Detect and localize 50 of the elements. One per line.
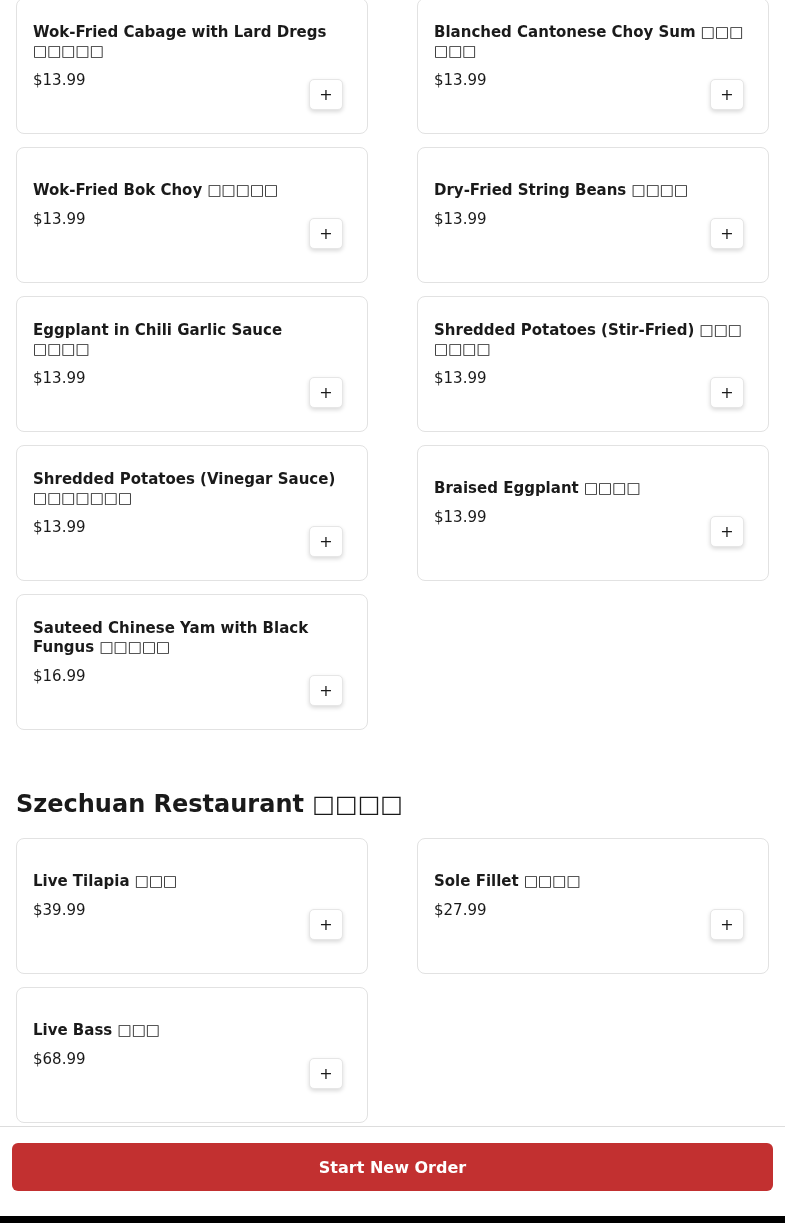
item-name: Shredded Potatoes (Stir-Fried) □□□ □□□□: [434, 320, 743, 359]
item-price: $13.99: [33, 367, 86, 388]
add-button[interactable]: +: [710, 516, 744, 547]
item-name: Wok-Fried Cabage with Lard Dregs □□□□□: [33, 22, 328, 61]
item-price: $13.99: [434, 209, 487, 229]
item-price: $68.99: [33, 1049, 86, 1069]
item-name: Wok-Fried Bok Choy □□□□□: [33, 181, 280, 200]
menu-item-card[interactable]: Live Tilapia □□□ $39.99 +: [16, 838, 368, 974]
add-button[interactable]: +: [309, 376, 343, 408]
menu-item-card[interactable]: Sole Fillet □□□□ $27.99 +: [417, 838, 769, 974]
add-button[interactable]: +: [309, 1058, 343, 1089]
item-price: $16.99: [33, 665, 86, 686]
item-name: Shredded Potatoes (Vinegar Sauce) □□□□□□□: [33, 469, 337, 508]
item-price: $39.99: [33, 900, 86, 920]
item-name: Dry-Fried String Beans □□□□: [434, 181, 690, 200]
add-button[interactable]: +: [710, 909, 744, 940]
item-name: Sole Fillet □□□□: [434, 872, 582, 891]
menu-item-card[interactable]: Wok-Fried Cabage with Lard Dregs □□□□□ $13.99 +: [16, 0, 368, 134]
menu-item-card[interactable]: Dry-Fried String Beans □□□□ $13.99 +: [417, 147, 769, 283]
add-button[interactable]: +: [309, 78, 343, 110]
item-price: $13.99: [434, 367, 487, 388]
menu-item-card[interactable]: Shredded Potatoes (Stir-Fried) □□□ □□□□ $13.99 +: [417, 296, 769, 432]
add-button[interactable]: +: [309, 909, 343, 940]
item-name: Live Bass □□□: [33, 1021, 162, 1040]
menu-item-card[interactable]: Braised Eggplant □□□□ $13.99 +: [417, 445, 769, 581]
menu-item-card[interactable]: Wok-Fried Bok Choy □□□□□ $13.99 +: [16, 147, 368, 283]
section-heading: Szechuan Restaurant □□□□: [16, 789, 404, 820]
item-name: Live Tilapia □□□: [33, 872, 179, 891]
item-name: Eggplant in Chili Garlic Sauce □□□□: [33, 320, 284, 359]
add-button[interactable]: +: [309, 218, 343, 249]
item-price: $13.99: [434, 69, 487, 90]
add-button[interactable]: +: [710, 78, 744, 110]
add-button[interactable]: +: [710, 376, 744, 408]
item-price: $13.99: [33, 516, 86, 537]
item-name: Blanched Cantonese Choy Sum □□□ □□□: [434, 22, 744, 61]
item-price: $27.99: [434, 900, 487, 920]
start-new-order-button[interactable]: Start New Order: [12, 1143, 773, 1191]
menu-item-card[interactable]: Sauteed Chinese Yam with Black Fungus □□□□□ $16.99 +: [16, 594, 368, 730]
add-button[interactable]: +: [710, 218, 744, 249]
menu-item-card[interactable]: Shredded Potatoes (Vinegar Sauce) □□□□□□□ $13.99 +: [16, 445, 368, 581]
menu-item-card[interactable]: Blanched Cantonese Choy Sum □□□ □□□ $13.99 +: [417, 0, 769, 134]
item-name: Braised Eggplant □□□□: [434, 479, 642, 498]
menu-item-card[interactable]: Eggplant in Chili Garlic Sauce □□□□ $13.99 +: [16, 296, 368, 432]
menu-item-card[interactable]: Live Bass □□□ $68.99 +: [16, 987, 368, 1123]
item-price: $13.99: [434, 507, 487, 527]
add-button[interactable]: +: [309, 525, 343, 557]
add-button[interactable]: +: [309, 674, 343, 706]
item-name: Sauteed Chinese Yam with Black Fungus □□□□□: [33, 618, 310, 657]
item-price: $13.99: [33, 69, 86, 90]
item-price: $13.99: [33, 209, 86, 229]
